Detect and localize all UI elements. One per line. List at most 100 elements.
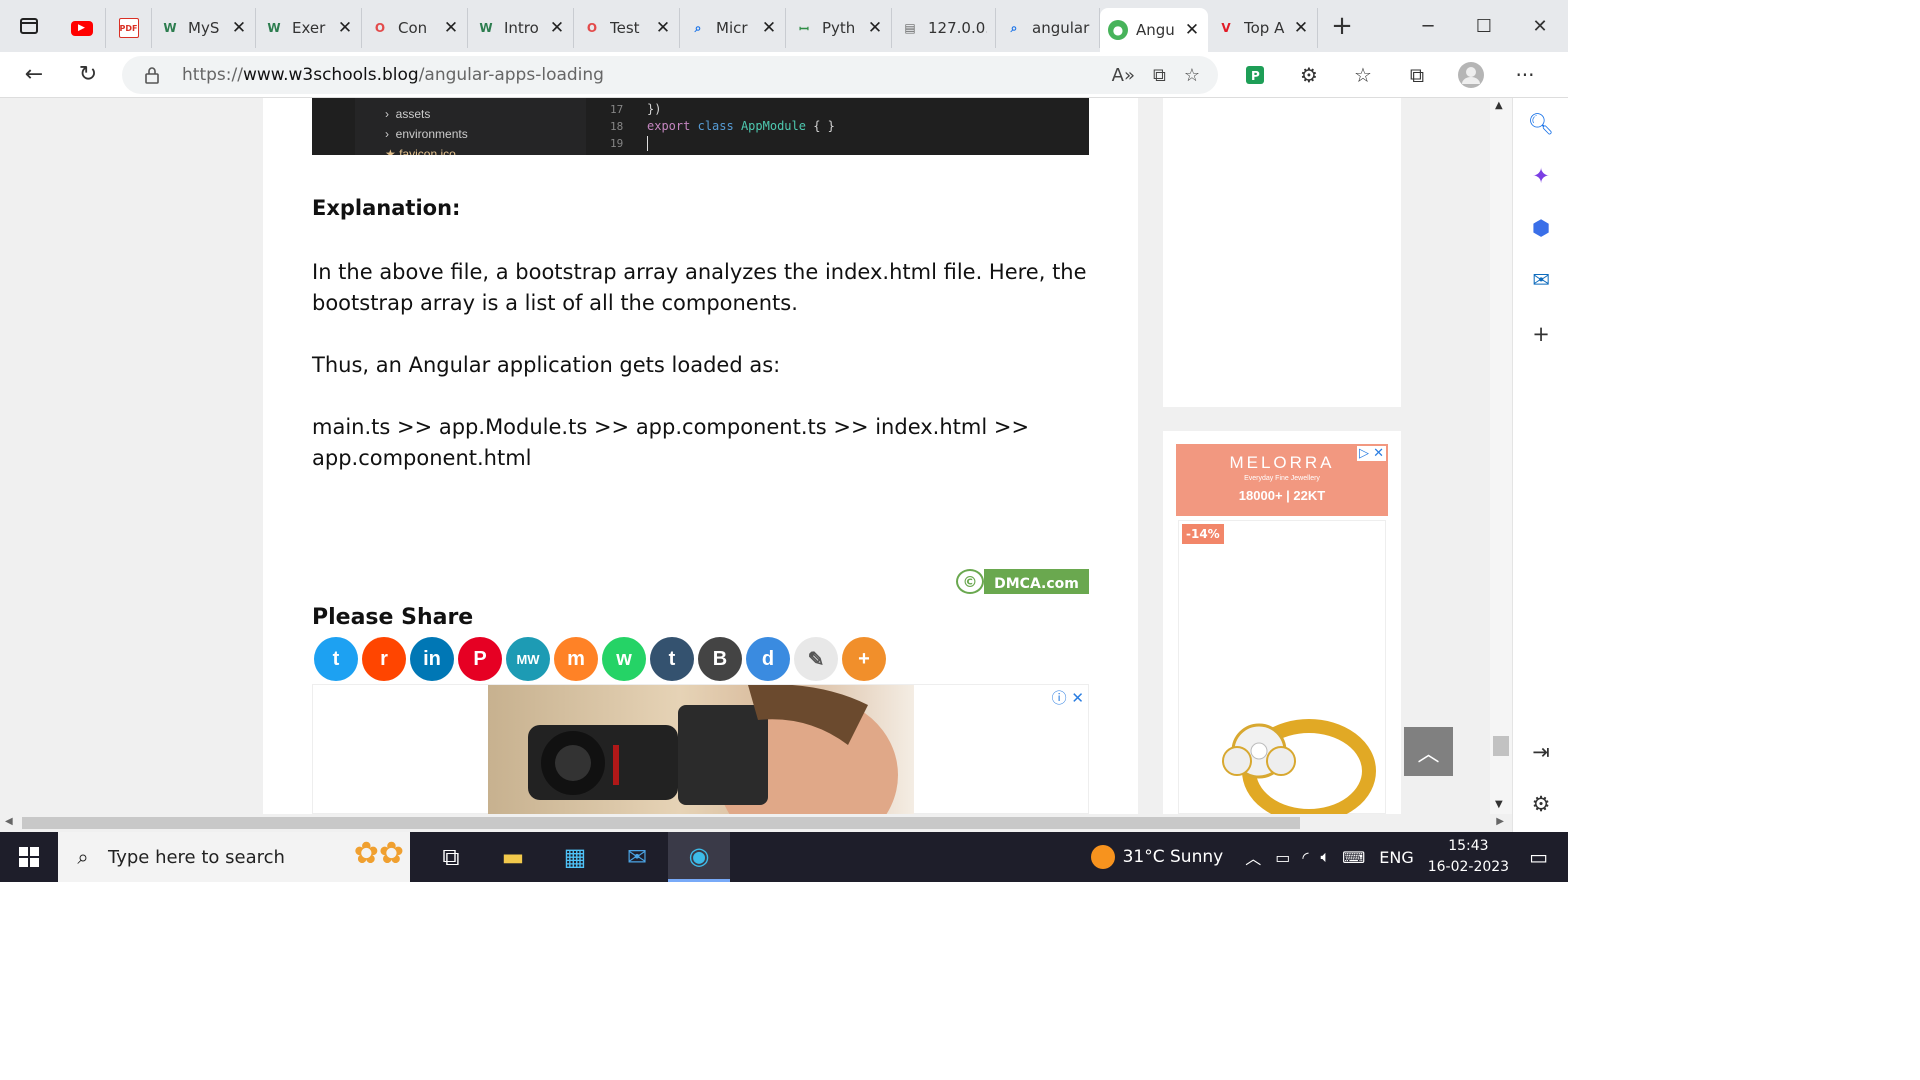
blogger-icon: B (712, 647, 728, 670)
share-blogger-button[interactable]: B (698, 637, 742, 681)
close-window-button[interactable]: ✕ (1512, 0, 1568, 52)
share-tumblr-button[interactable]: t (650, 637, 694, 681)
melorra-ad[interactable]: MELORRA Everyday Fine Jewellery 18000+ |… (1176, 444, 1388, 814)
tray-chevron-icon[interactable]: ︿ (1245, 845, 1261, 869)
scroll-down-arrow[interactable]: ▼ (1495, 799, 1503, 810)
diigo-icon: d (761, 647, 775, 670)
tab-4[interactable]: W Exer ✕ (256, 8, 362, 48)
close-tab-icon[interactable]: ✕ (655, 18, 671, 38)
taskbar-search[interactable]: ⌕ Type here to search ✿✿ (58, 832, 410, 882)
add-favorite-icon[interactable]: ☆ (1184, 65, 1200, 86)
hscroll-thumb[interactable] (22, 817, 1300, 829)
vertical-scrollbar[interactable]: ▲ ▼ (1490, 98, 1512, 814)
volume-icon[interactable]: 🔈︎ (1321, 847, 1331, 867)
tab-label: 127.0.0.1 (928, 19, 987, 37)
tab-1[interactable]: ▶ (58, 8, 106, 48)
edge-taskbar-button[interactable]: ◉ (668, 832, 730, 882)
share-pinterest-button[interactable]: P (458, 637, 502, 681)
ad-close-icon[interactable]: ▷ ✕ (1356, 446, 1386, 461)
minimize-button[interactable]: ─ (1400, 0, 1456, 52)
camera-ad[interactable]: ⓘ ✕ (312, 684, 1089, 814)
tab-9[interactable]: ꟷ Pyth ✕ (786, 8, 892, 48)
share-linkedin-button[interactable]: in (410, 637, 454, 681)
tab-3[interactable]: W MyS ✕ (152, 8, 256, 48)
outlook-icon[interactable]: ✉ (1513, 268, 1569, 292)
task-view-button[interactable]: ⧉ (420, 832, 482, 882)
back-to-top-button[interactable]: ︿ (1404, 727, 1453, 776)
tab-12[interactable]: ● Angu ✕ (1100, 8, 1208, 52)
close-tab-icon[interactable]: ✕ (337, 18, 353, 38)
line-number: 19 (610, 137, 624, 150)
clock[interactable]: 15:43 16-02-2023 (1428, 836, 1509, 878)
new-tab-button[interactable]: + (1322, 11, 1362, 41)
edge-icon: ◉ (688, 841, 710, 870)
tab-actions-button[interactable] (0, 0, 58, 52)
favorites-icon[interactable]: ☆ (1336, 63, 1390, 87)
tab-10[interactable]: ▤ 127.0.0.1 (892, 8, 996, 48)
scroll-right-arrow[interactable]: ▶ (1496, 816, 1504, 827)
tab-7[interactable]: O Test ✕ (574, 8, 680, 48)
share-reddit-button[interactable]: r (362, 637, 406, 681)
pinterest-icon: P (473, 647, 487, 670)
close-tab-icon[interactable]: ✕ (761, 18, 777, 38)
start-button[interactable] (0, 832, 58, 882)
keyboard-icon[interactable]: ⌨ (1342, 848, 1365, 867)
collections-icon[interactable]: ⧉ (1390, 63, 1444, 87)
tab-8[interactable]: ⌕ Micr ✕ (680, 8, 786, 48)
lock-icon[interactable] (122, 66, 182, 84)
settings-more-icon[interactable]: ··· (1498, 63, 1552, 87)
close-tab-icon[interactable]: ✕ (1293, 18, 1309, 38)
close-tab-icon[interactable]: ✕ (443, 18, 459, 38)
close-tab-icon[interactable]: ✕ (231, 18, 247, 38)
hide-sidebar-icon[interactable]: ⇥ (1513, 740, 1569, 764)
address-bar[interactable]: https://www.w3schools.blog/angular-apps-… (122, 56, 1218, 94)
office-icon[interactable]: ⬢ (1513, 216, 1569, 240)
extensions-icon[interactable]: ⚙ (1282, 63, 1336, 87)
scroll-left-arrow[interactable]: ◀ (5, 816, 13, 827)
language-indicator[interactable]: ENG (1379, 848, 1413, 867)
profile-avatar[interactable] (1444, 61, 1498, 89)
horizontal-scrollbar[interactable]: ◀ ▶ (0, 814, 1512, 832)
share-print-friendly-button[interactable]: ✎ (794, 637, 838, 681)
read-aloud-icon[interactable]: A» (1112, 65, 1135, 86)
share-diigo-button[interactable]: d (746, 637, 790, 681)
add-sidebar-app-icon[interactable]: + (1513, 322, 1569, 346)
scroll-up-arrow[interactable]: ▲ (1495, 100, 1503, 111)
file-explorer-button[interactable]: ▬ (482, 832, 544, 882)
back-button[interactable]: ← (10, 55, 58, 95)
notifications-icon[interactable]: ▭ (1529, 845, 1548, 869)
refresh-button[interactable]: ↻ (64, 55, 112, 95)
jewellery-card[interactable]: -14% (1178, 520, 1386, 814)
store-button[interactable]: ▦ (544, 832, 606, 882)
tab-2[interactable]: PDF (106, 8, 152, 48)
share-mewe-button[interactable]: MW (506, 637, 550, 681)
share-twitter-button[interactable]: t (314, 637, 358, 681)
weather-widget[interactable]: 31°C Sunny (1090, 845, 1223, 869)
network-icon[interactable]: ◜ (1302, 848, 1308, 867)
tab-5[interactable]: O Con ✕ (362, 8, 468, 48)
tab-13[interactable]: V Top Angu ✕ (1208, 8, 1318, 48)
close-tab-icon[interactable]: ✕ (549, 18, 565, 38)
w3-icon: W (479, 21, 493, 35)
app-available-icon[interactable]: ⧉ (1153, 65, 1166, 86)
sidebar-settings-icon[interactable]: ⚙ (1513, 792, 1569, 816)
share-more-button[interactable]: + (842, 637, 886, 681)
extension-green-icon[interactable]: P (1228, 65, 1282, 85)
mail-button[interactable]: ✉ (606, 832, 668, 882)
dmca-badge[interactable]: © DMCA.com (956, 569, 1089, 594)
url-text[interactable]: https://www.w3schools.blog/angular-apps-… (182, 65, 1112, 85)
maximize-button[interactable]: ☐ (1456, 0, 1512, 52)
discount-badge: -14% (1182, 524, 1224, 544)
search-icon[interactable]: 🔍︎ (1513, 112, 1569, 137)
share-mix-button[interactable]: m (554, 637, 598, 681)
ad-choices-icon[interactable]: ⓘ ✕ (1052, 687, 1084, 708)
scroll-thumb[interactable] (1493, 736, 1509, 756)
copilot-icon[interactable]: ✦ (1513, 164, 1569, 188)
share-whatsapp-button[interactable]: w (602, 637, 646, 681)
vskills-icon: V (1221, 21, 1231, 35)
battery-icon[interactable]: ▭ (1275, 848, 1290, 867)
tab-6[interactable]: W Intro ✕ (468, 8, 574, 48)
tab-11[interactable]: ⌕ angular 8 (996, 8, 1100, 48)
close-tab-icon[interactable]: ✕ (1184, 20, 1200, 40)
close-tab-icon[interactable]: ✕ (867, 18, 883, 38)
